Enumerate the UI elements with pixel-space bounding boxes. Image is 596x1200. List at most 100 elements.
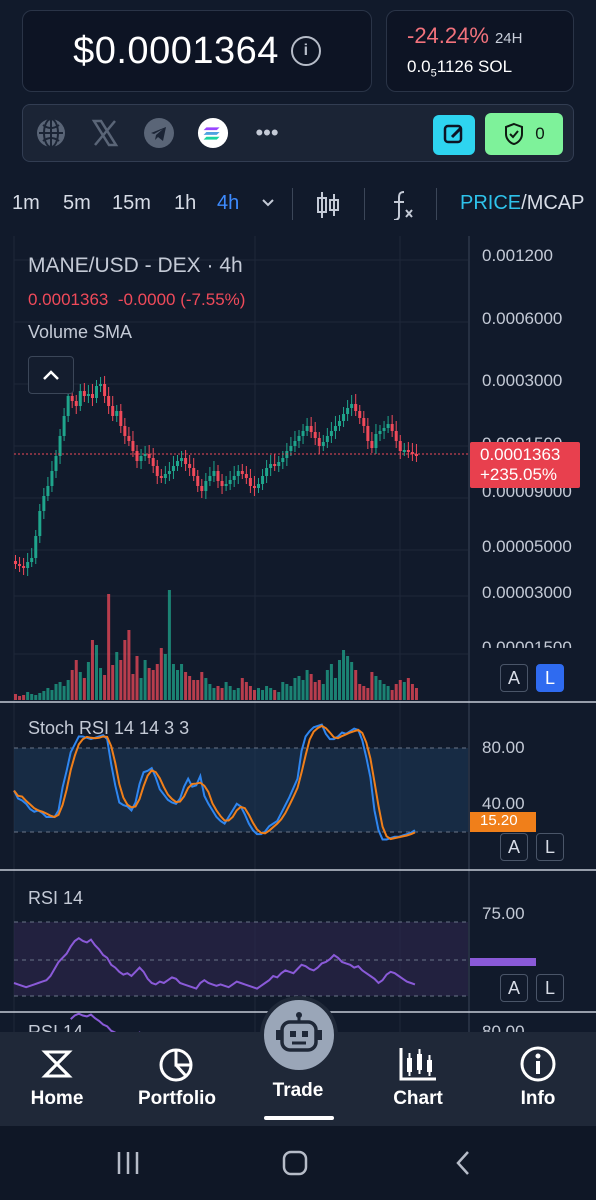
rsi2-title: RSI 14 xyxy=(28,1022,84,1032)
candle xyxy=(366,426,370,441)
candle xyxy=(240,471,244,474)
volume-bar xyxy=(342,650,346,700)
tf-5m[interactable]: 5m xyxy=(63,192,91,215)
volume-bar xyxy=(38,693,42,700)
auto-scale-button[interactable]: A xyxy=(500,664,528,692)
pie-chart-icon xyxy=(122,1044,232,1084)
volume-bar xyxy=(354,670,358,700)
candle xyxy=(103,384,107,396)
candle xyxy=(305,426,309,431)
chart-area[interactable]: MANE/USD - DEX · 4h 0.0001363 -0.0000 (-… xyxy=(0,236,596,1032)
more-icon[interactable]: ••• xyxy=(251,117,283,149)
axis-label: 80.00 xyxy=(482,738,525,757)
candle xyxy=(176,461,179,466)
price-card: $0.0001364 i xyxy=(22,10,372,92)
back-icon[interactable] xyxy=(454,1150,472,1181)
volume-sma-label: Volume SMA xyxy=(28,322,133,342)
volume-bar xyxy=(103,675,107,700)
candle xyxy=(224,484,228,486)
candle xyxy=(216,471,220,481)
candle xyxy=(273,464,277,466)
volume-bar xyxy=(252,690,256,700)
volume-bar xyxy=(167,590,171,700)
candle xyxy=(171,466,175,471)
volume-bar xyxy=(358,684,362,700)
security-count: 0 xyxy=(535,124,545,143)
home-button-icon[interactable] xyxy=(282,1150,308,1181)
chevron-down-icon[interactable] xyxy=(260,194,276,217)
volume-bar xyxy=(99,668,103,700)
candle xyxy=(220,481,224,486)
social-links-bar: ••• 0 xyxy=(22,104,574,162)
candle xyxy=(82,391,86,396)
recent-apps-icon[interactable] xyxy=(116,1150,140,1181)
stoch-log-button[interactable]: L xyxy=(536,833,564,861)
collapse-legend-button[interactable] xyxy=(28,356,74,394)
candle xyxy=(212,471,216,476)
candle xyxy=(196,476,200,486)
log-scale-button[interactable]: L xyxy=(536,664,564,692)
candle xyxy=(390,424,394,431)
tf-1h[interactable]: 1h xyxy=(174,192,196,215)
telegram-icon[interactable] xyxy=(143,117,175,149)
candle xyxy=(74,401,78,406)
candle-type-icon[interactable] xyxy=(316,190,340,226)
stoch-band xyxy=(14,748,468,832)
rsi-log-button[interactable]: L xyxy=(536,974,564,1002)
candle xyxy=(58,436,62,456)
nav-home[interactable]: Home xyxy=(2,1044,112,1110)
rsi-auto-button[interactable]: A xyxy=(500,974,528,1002)
candle xyxy=(127,436,131,441)
security-button[interactable]: 0 xyxy=(485,113,563,155)
volume-bar xyxy=(224,682,228,700)
price-mcap-toggle[interactable]: PRICE/MCAP xyxy=(460,192,584,215)
candle xyxy=(309,426,313,432)
x-icon[interactable] xyxy=(89,117,121,149)
axis-label: 0.00003000 xyxy=(482,583,572,602)
candle xyxy=(90,394,94,398)
robot-icon xyxy=(276,1012,322,1052)
volume-bar xyxy=(220,688,224,700)
candle xyxy=(338,421,341,426)
nav-info[interactable]: Info xyxy=(483,1044,593,1110)
info-icon[interactable]: i xyxy=(290,36,321,66)
volume-bar xyxy=(216,686,220,700)
candle xyxy=(131,441,135,451)
tf-15m[interactable]: 15m xyxy=(112,192,151,215)
solana-icon[interactable] xyxy=(197,117,229,149)
candle xyxy=(50,471,54,486)
volume-bar xyxy=(95,645,98,700)
nav-chart[interactable]: Chart xyxy=(363,1044,473,1110)
volume-bar xyxy=(171,664,175,700)
candle xyxy=(86,394,90,396)
volume-bar xyxy=(135,656,139,700)
globe-icon[interactable] xyxy=(35,117,67,149)
candle xyxy=(22,566,26,568)
edit-button[interactable] xyxy=(433,115,475,155)
volume-bar xyxy=(261,690,265,700)
candle xyxy=(228,480,232,484)
candle xyxy=(293,441,297,446)
nav-trade[interactable] xyxy=(260,996,338,1074)
axis-label: 40.00 xyxy=(482,794,525,813)
volume-bar xyxy=(410,684,414,700)
tf-4h[interactable]: 4h xyxy=(217,192,239,215)
candle xyxy=(317,438,321,446)
candle xyxy=(46,486,50,496)
indicators-icon[interactable] xyxy=(390,190,416,226)
volume-bar xyxy=(50,690,54,700)
candle xyxy=(123,426,127,436)
tf-1m[interactable]: 1m xyxy=(12,192,40,215)
candle xyxy=(78,391,82,406)
axis-label: 75.00 xyxy=(482,904,525,923)
candle xyxy=(208,476,212,481)
candle xyxy=(135,451,139,461)
candle xyxy=(99,384,103,386)
volume-bar xyxy=(155,664,159,700)
candle xyxy=(42,496,46,511)
candle xyxy=(95,386,98,398)
volume-bar xyxy=(398,680,402,700)
volume-bar xyxy=(370,672,374,700)
stoch-auto-button[interactable]: A xyxy=(500,833,528,861)
nav-portfolio[interactable]: Portfolio xyxy=(122,1044,232,1110)
